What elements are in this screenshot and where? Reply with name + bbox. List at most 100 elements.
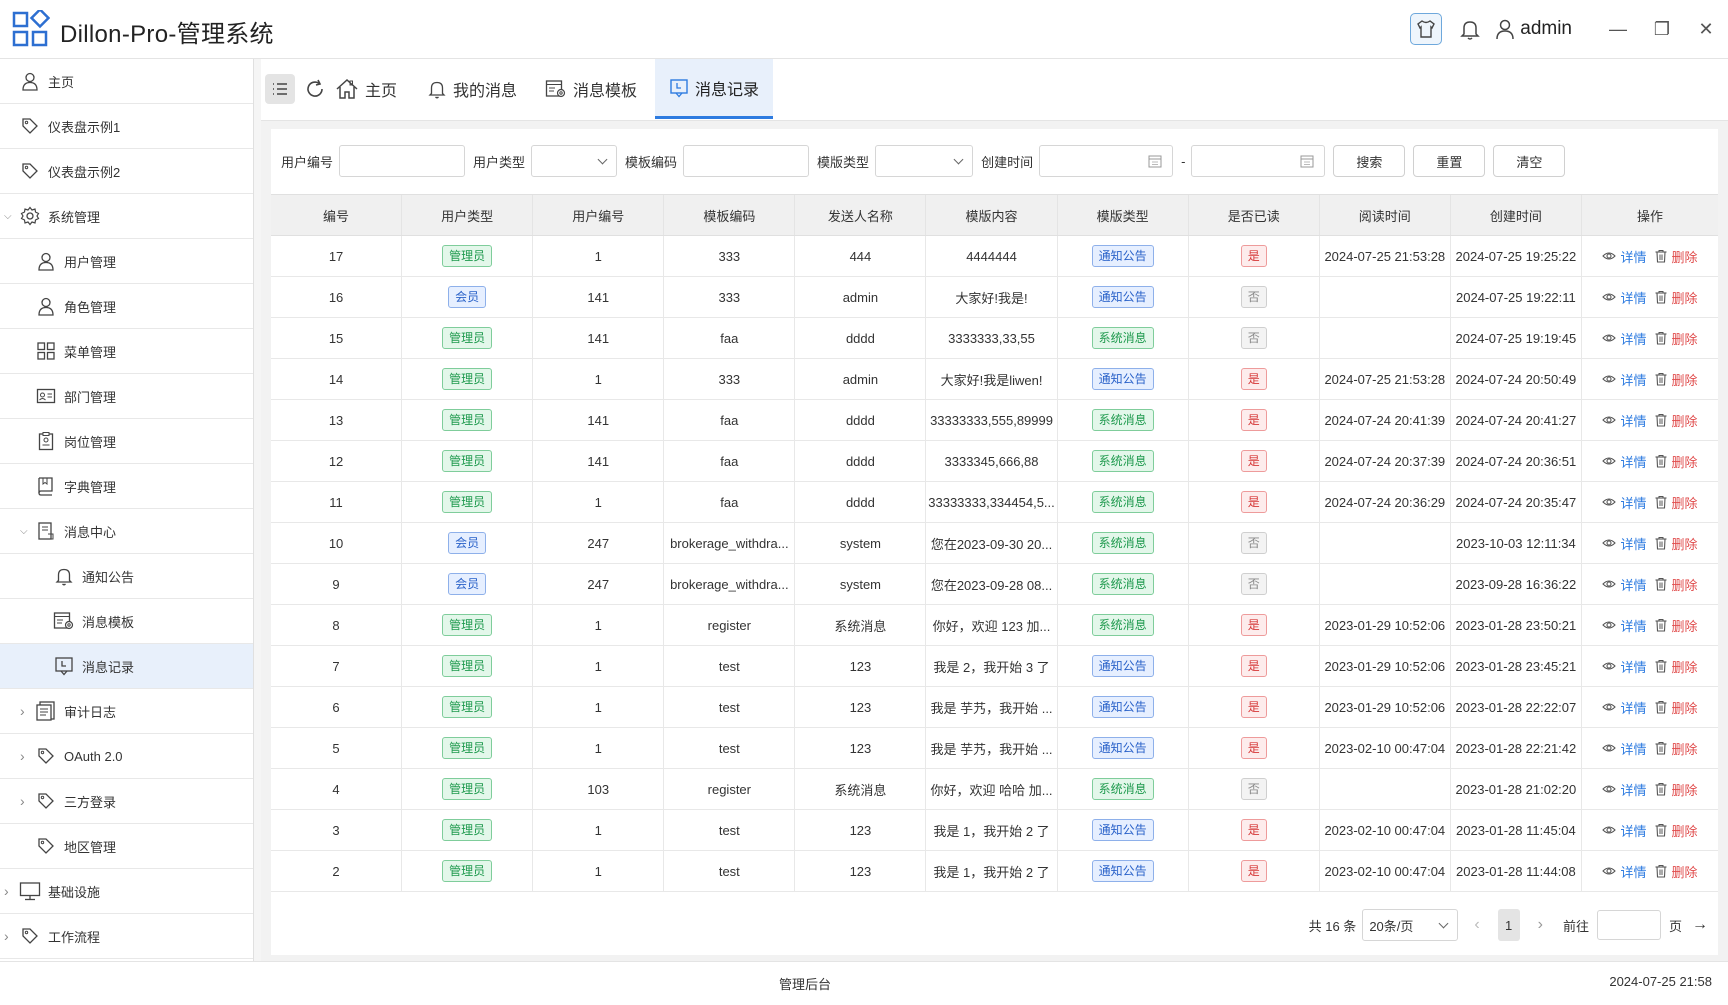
- sidebar-item-9[interactable]: 字典管理: [0, 464, 253, 509]
- sidebar-item-18[interactable]: › 基础设施: [0, 869, 253, 914]
- delete-button[interactable]: 删除: [1654, 616, 1697, 635]
- sidebar-item-15[interactable]: › OAuth 2.0: [0, 734, 253, 779]
- delete-button[interactable]: 删除: [1654, 493, 1697, 512]
- table-row[interactable]: 2 管理员 1 test 123 我是 1，我开始 2 了 通知公告 是 2023-02-10 …: [271, 851, 1718, 892]
- detail-button[interactable]: 详情: [1602, 534, 1646, 553]
- table-row[interactable]: 11 管理员 1 faa dddd 33333333,334454,5... 系统消息 是 20…: [271, 482, 1718, 523]
- tab-1[interactable]: 我的消息: [413, 59, 531, 119]
- table-row[interactable]: 17 管理员 1 333 444 4444444 通知公告是 2024-07-25 21:53…: [271, 236, 1718, 277]
- delete-button[interactable]: 删除: [1654, 575, 1697, 594]
- sidebar-item-3[interactable]: ⌵ 系统管理: [0, 194, 253, 239]
- column-header[interactable]: 模版内容: [926, 195, 1058, 235]
- delete-button[interactable]: 删除: [1654, 862, 1697, 881]
- table-row[interactable]: 13 管理员 141 faa dddd 33333333,555,89999 系统消息 是 20…: [271, 400, 1718, 441]
- sidebar-item-0[interactable]: 主页: [0, 59, 253, 104]
- column-header[interactable]: 发送人名称: [795, 195, 927, 235]
- chevron-right-icon[interactable]: ›: [20, 748, 25, 764]
- minimize-button[interactable]: —: [1596, 11, 1640, 47]
- column-header[interactable]: 创建时间: [1451, 195, 1582, 235]
- table-row[interactable]: 3 管理员 1 test 123 我是 1，我开始 2 了 通知公告 是 2023-02-10 …: [271, 810, 1718, 851]
- sidebar-item-14[interactable]: › 审计日志: [0, 689, 253, 734]
- sidebar-item-7[interactable]: 部门管理: [0, 374, 253, 419]
- start-date-input[interactable]: [1039, 145, 1174, 177]
- column-header[interactable]: 模板编码: [664, 195, 796, 235]
- detail-button[interactable]: 详情: [1602, 370, 1646, 389]
- sidebar-item-8[interactable]: 岗位管理: [0, 419, 253, 464]
- table-row[interactable]: 14 管理员 1 333 admin 大家好!我是liwen! 通知公告 是 2024-07-2…: [271, 359, 1718, 400]
- user-menu[interactable]: admin: [1494, 18, 1572, 40]
- current-page[interactable]: 1: [1497, 909, 1520, 941]
- delete-button[interactable]: 删除: [1654, 780, 1697, 799]
- detail-button[interactable]: 详情: [1602, 657, 1646, 676]
- detail-button[interactable]: 详情: [1602, 821, 1646, 840]
- column-header[interactable]: 用户类型: [402, 195, 534, 235]
- sidebar-item-16[interactable]: › 三方登录: [0, 779, 253, 824]
- theme-skin-button[interactable]: [1410, 13, 1443, 45]
- next-page-button[interactable]: ›: [1532, 916, 1549, 934]
- notification-bell-button[interactable]: [1456, 11, 1484, 47]
- detail-button[interactable]: 详情: [1602, 288, 1646, 307]
- menu-toggle-button[interactable]: [265, 74, 295, 104]
- table-row[interactable]: 10 会员 247 brokerage_withdra... system 您在2023-…: [271, 523, 1718, 564]
- delete-button[interactable]: 删除: [1654, 821, 1697, 840]
- goto-page-input[interactable]: [1596, 910, 1661, 940]
- table-row[interactable]: 15 管理员 141 faa dddd 3333333,33,55 系统消息 否 2024-07…: [271, 318, 1718, 359]
- column-header[interactable]: 编号: [271, 195, 403, 235]
- chevron-right-icon[interactable]: ›: [20, 703, 25, 719]
- detail-button[interactable]: 详情: [1602, 247, 1646, 266]
- end-date-input[interactable]: [1191, 145, 1326, 177]
- user-id-input[interactable]: [339, 145, 466, 177]
- sidebar-item-1[interactable]: 仪表盘示例1: [0, 104, 253, 149]
- delete-button[interactable]: 删除: [1654, 329, 1697, 348]
- detail-button[interactable]: 详情: [1602, 780, 1646, 799]
- detail-button[interactable]: 详情: [1602, 493, 1646, 512]
- sidebar-item-17[interactable]: 地区管理: [0, 824, 253, 869]
- goto-arrow-icon[interactable]: →: [1692, 916, 1708, 934]
- delete-button[interactable]: 删除: [1654, 657, 1697, 676]
- detail-button[interactable]: 详情: [1602, 411, 1646, 430]
- sidebar-item-10[interactable]: ⌵ 消息中心: [0, 509, 253, 554]
- sidebar-item-2[interactable]: 仪表盘示例2: [0, 149, 253, 194]
- page-size-select[interactable]: 20条/页: [1362, 909, 1459, 941]
- sidebar-item-5[interactable]: 角色管理: [0, 284, 253, 329]
- sidebar-item-19[interactable]: › 工作流程: [0, 914, 253, 959]
- column-header[interactable]: 用户编号: [533, 195, 665, 235]
- delete-button[interactable]: 删除: [1654, 452, 1697, 471]
- tab-0[interactable]: 主页: [321, 59, 411, 119]
- close-button[interactable]: ✕: [1684, 11, 1728, 47]
- sidebar-item-4[interactable]: 用户管理: [0, 239, 253, 284]
- delete-button[interactable]: 删除: [1654, 411, 1697, 430]
- detail-button[interactable]: 详情: [1602, 698, 1646, 717]
- detail-button[interactable]: 详情: [1602, 739, 1646, 758]
- column-header[interactable]: 模版类型: [1058, 195, 1189, 235]
- column-header[interactable]: 阅读时间: [1320, 195, 1451, 235]
- tab-3[interactable]: 消息记录: [655, 59, 774, 119]
- sidebar-item-6[interactable]: 菜单管理: [0, 329, 253, 374]
- user-type-select[interactable]: [531, 145, 618, 177]
- table-row[interactable]: 9 会员 247 brokerage_withdra... system 您在2023-0…: [271, 564, 1718, 605]
- prev-page-button[interactable]: ‹: [1468, 916, 1485, 934]
- sidebar-item-11[interactable]: 通知公告: [0, 554, 253, 599]
- template-type-select[interactable]: [875, 145, 974, 177]
- table-row[interactable]: 5 管理员 1 test 123 我是 芋艿，我开始 ... 通知公告 是 2023-02-10…: [271, 728, 1718, 769]
- table-row[interactable]: 16 会员 141 333 admin 大家好!我是! 通知公告 否 2024-07-25 19…: [271, 277, 1718, 318]
- chevron-right-icon[interactable]: ›: [4, 883, 9, 899]
- clear-button[interactable]: 清空: [1493, 145, 1566, 177]
- chevron-down-icon[interactable]: ⌵: [20, 526, 28, 537]
- delete-button[interactable]: 删除: [1654, 739, 1697, 758]
- delete-button[interactable]: 删除: [1654, 247, 1697, 266]
- table-row[interactable]: 4 管理员 103 register 系统消息 你好，欢迎 哈哈 加... 系统消息否 202…: [271, 769, 1718, 810]
- tab-2[interactable]: 消息模板: [531, 59, 651, 119]
- delete-button[interactable]: 删除: [1654, 534, 1697, 553]
- sidebar-item-13[interactable]: 消息记录: [0, 644, 253, 689]
- table-row[interactable]: 7 管理员 1 test 123 我是 2，我开始 3 了 通知公告 是 2023-01-29 …: [271, 646, 1718, 687]
- delete-button[interactable]: 删除: [1654, 698, 1697, 717]
- delete-button[interactable]: 删除: [1654, 370, 1697, 389]
- table-row[interactable]: 6 管理员 1 test 123 我是 芋艿，我开始 ... 通知公告 是 2023-01-29…: [271, 687, 1718, 728]
- delete-button[interactable]: 删除: [1654, 288, 1697, 307]
- chevron-right-icon[interactable]: ›: [4, 928, 9, 944]
- chevron-down-icon[interactable]: ⌵: [4, 211, 12, 222]
- detail-button[interactable]: 详情: [1602, 862, 1646, 881]
- detail-button[interactable]: 详情: [1602, 452, 1646, 471]
- search-button[interactable]: 搜索: [1333, 145, 1406, 177]
